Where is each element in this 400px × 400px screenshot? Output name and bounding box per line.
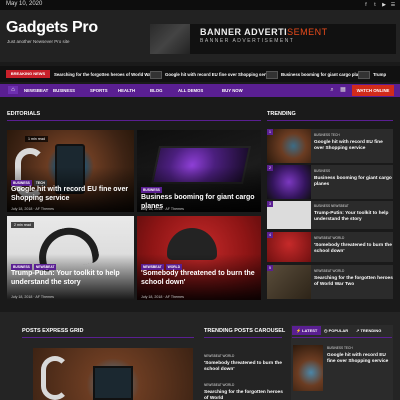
carousel-title[interactable]: 'Somebody threatened to burn the school … (204, 361, 286, 373)
card-title[interactable]: 'Somebody threatened to burn the school … (141, 270, 261, 287)
trending-rank: 1 (267, 129, 273, 135)
breaking-item[interactable]: Searching for the forgotten heroes of Wo… (54, 70, 162, 79)
nav-health[interactable]: HEALTH (118, 88, 135, 93)
trending-title[interactable]: Business booming for giant cargo planes (314, 176, 394, 188)
trending-title[interactable]: Trump-Putin: Your toolkit to help unders… (314, 211, 394, 223)
trending-title[interactable]: 'Somebody threatened to burn the school … (314, 243, 394, 255)
trending-title[interactable]: Searching for the forgotten heroes of Wo… (314, 276, 394, 288)
trending-title[interactable]: Google hit with record EU fine over Shop… (314, 140, 394, 152)
posts-express-grid-heading: POSTS EXPRESS GRID (22, 328, 84, 334)
trending-tags: NEWSBEAT WORLD (314, 236, 345, 240)
editorial-card[interactable]: 1 min read BUSINESS TECH Google hit with … (7, 130, 134, 212)
card-tags: BUSINESS (141, 187, 162, 193)
watch-online-button[interactable]: WATCH ONLINE (352, 85, 394, 96)
phone-graphic (93, 366, 133, 400)
site-title[interactable]: Gadgets Pro (6, 19, 98, 37)
nav-blog[interactable]: BLOG (150, 88, 162, 93)
trending-rank: 5 (267, 265, 273, 271)
card-meta: July 18, 2018 · AF Themes (11, 207, 54, 211)
nav-newsbeat[interactable]: NEWSBEAT (24, 88, 48, 93)
trending-rank: 2 (267, 165, 273, 171)
trending-item[interactable]: 1 BUSINESS TECH Google hit with record E… (267, 129, 393, 163)
nav-buy-now[interactable]: BUY NOW (222, 88, 243, 93)
trending-thumbnail (267, 232, 311, 262)
trending-thumbnail (267, 265, 311, 299)
headphones-graphic (41, 356, 69, 400)
card-title[interactable]: Google hit with record EU fine over Shop… (11, 186, 131, 203)
grid-icon[interactable]: ▦ (339, 86, 347, 94)
trending-item[interactable]: 5 NEWSBEAT WORLD Searching for the forgo… (267, 265, 393, 299)
trending-tags: BUSINESS TECH (314, 133, 340, 137)
trending-thumbnail (267, 201, 311, 229)
banner-heading: BANNER ADVERTISEMENT (200, 27, 328, 37)
tab-thumbnail[interactable] (293, 345, 323, 391)
breaking-thumbnail (266, 70, 278, 79)
tab-latest[interactable]: ⚡ LATEST (292, 326, 322, 335)
read-time: 1 min read (25, 136, 48, 142)
tag-business[interactable]: BUSINESS (141, 187, 162, 193)
menu-icon[interactable]: ☰ (389, 1, 397, 9)
trending-carousel-heading: TRENDING POSTS CAROUSEL (204, 328, 286, 334)
breaking-thumbnail (150, 70, 162, 79)
carousel-tags: NEWSBEAT WORLD (204, 383, 235, 387)
tab-popular[interactable]: ◷ POPULAR (320, 326, 352, 335)
tab-item-tags: BUSINESS TECH (327, 346, 353, 350)
read-time: 2 min read (11, 222, 34, 228)
section-divider (22, 337, 194, 338)
card-title[interactable]: Trump-Putin: Your toolkit to help unders… (11, 270, 133, 287)
nav-sports[interactable]: SPORTS (90, 88, 108, 93)
nav-business[interactable]: BUSINESS (53, 88, 75, 93)
tab-item-title[interactable]: Google hit with record EU fine over Shop… (327, 353, 391, 365)
card-meta: July 18, 2018 · AF Themes (141, 295, 184, 299)
card-meta: July 18, 2018 · AF Themes (11, 295, 54, 299)
search-icon[interactable]: ⌕ (328, 86, 336, 94)
section-divider (204, 337, 282, 338)
tab-trending[interactable]: ↗ TRENDING (352, 326, 385, 335)
editorial-card[interactable]: BUSINESS Business booming for giant carg… (137, 130, 261, 212)
nav-all-demos[interactable]: ALL DEMOS (178, 88, 203, 93)
express-grid-card[interactable] (33, 348, 193, 400)
editorial-card[interactable]: 2 min read BUSINESS NEWSBEAT Trump-Putin:… (7, 216, 134, 300)
trending-tags: BUSINESS (314, 169, 331, 173)
banner-graphic (150, 24, 190, 54)
current-date: May 10, 2020 (6, 1, 43, 7)
trending-item[interactable]: 3 BUSINESS NEWSBEAT Trump-Putin: Your to… (267, 201, 393, 229)
youtube-icon[interactable]: ▶ (380, 1, 388, 9)
banner-subheading: BANNER ADVERTISEMENT (200, 38, 295, 44)
section-divider (7, 120, 261, 121)
tab-divider (292, 337, 392, 338)
editorial-card[interactable]: NEWSBEAT WORLD 'Somebody threatened to bu… (137, 216, 261, 300)
carousel-title[interactable]: Searching for the forgotten heroes of Wo… (204, 390, 286, 400)
site-tagline: Just another Newsever Pro site (7, 39, 70, 44)
trending-thumbnail (267, 165, 311, 199)
top-bar (0, 0, 400, 10)
home-icon[interactable]: ⌂ (8, 86, 18, 94)
banner-advertisement[interactable]: BANNER ADVERTISEMENT BANNER ADVERTISEMEN… (150, 24, 396, 54)
trending-tags: BUSINESS NEWSBEAT (314, 204, 349, 208)
breaking-item[interactable]: Business booming for giant cargo planes (266, 70, 366, 79)
section-divider (267, 120, 393, 121)
editorials-heading: EDITORIALS (7, 111, 41, 117)
twitter-icon[interactable]: t (371, 1, 379, 9)
trending-thumbnail (267, 129, 311, 163)
facebook-icon[interactable]: f (362, 1, 370, 9)
breaking-thumbnail (358, 70, 370, 79)
trending-rank: 3 (267, 201, 273, 207)
breaking-item[interactable]: Google hit with record EU fine over Shop… (150, 70, 274, 79)
card-meta: July 18, 2018 · AF Themes (141, 207, 184, 211)
trending-item[interactable]: 4 NEWSBEAT WORLD 'Somebody threatened to… (267, 232, 393, 262)
trending-item[interactable]: 2 BUSINESS Business booming for giant ca… (267, 165, 393, 199)
breaking-news-label: BREAKING NEWS (6, 70, 50, 78)
breaking-item[interactable]: Trump (358, 70, 386, 79)
trending-rank: 4 (267, 232, 273, 238)
trending-tags: NEWSBEAT WORLD (314, 269, 345, 273)
carousel-tags: NEWSBEAT WORLD (204, 354, 235, 358)
trending-heading: TRENDING (267, 111, 296, 117)
